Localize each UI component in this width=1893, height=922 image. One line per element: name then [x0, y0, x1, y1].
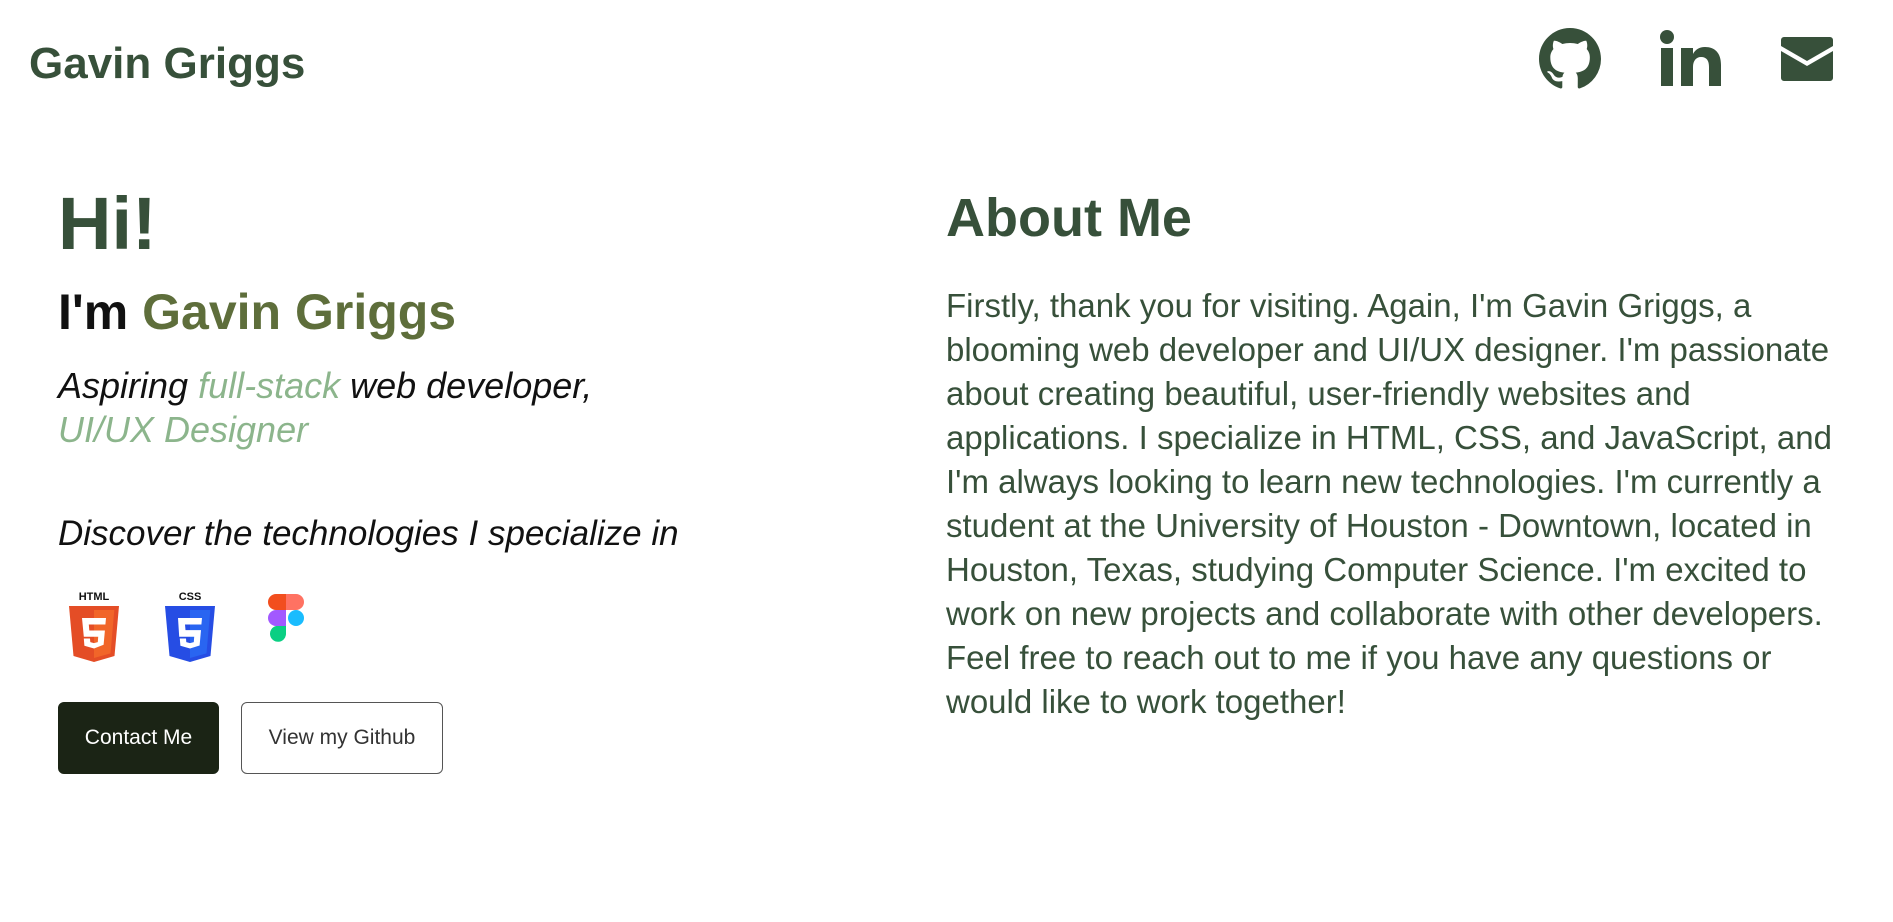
- tagline-line2: UI/UX Designer: [58, 409, 309, 450]
- tagline-highlight: full-stack: [198, 365, 341, 406]
- hero-section: Hi! I'm Gavin Griggs Aspiring full-stack…: [58, 180, 878, 774]
- technology-icons: HTML CSS: [66, 590, 878, 666]
- discover-text: Discover the technologies I specialize i…: [58, 514, 679, 553]
- intro-prefix: I'm: [58, 284, 143, 340]
- about-title: About Me: [946, 188, 1192, 248]
- hero-buttons: Contact Me View my Github: [58, 702, 878, 774]
- email-link[interactable]: [1781, 37, 1833, 81]
- html5-icon: HTML: [69, 591, 119, 662]
- linkedin-icon: [1660, 30, 1721, 86]
- portfolio-page: Gavin Griggs Hi! I'm Gavin Griggs Aspiri…: [0, 0, 1893, 922]
- intro-heading: I'm Gavin Griggs: [58, 282, 878, 342]
- tagline-part2: web developer,: [340, 365, 593, 406]
- contact-me-button[interactable]: Contact Me: [58, 702, 219, 774]
- html5-label: HTML: [79, 591, 110, 603]
- tagline-part1: Aspiring: [58, 365, 199, 406]
- about-section: About Me Firstly, thank you for visiting…: [946, 186, 1846, 724]
- github-link[interactable]: [1539, 28, 1601, 90]
- figma-icon: [268, 594, 304, 642]
- github-icon: [1539, 28, 1601, 89]
- social-links: [1539, 28, 1833, 90]
- tagline: Aspiring full-stack web developer, UI/UX …: [58, 364, 878, 452]
- about-body: Firstly, thank you for visiting. Again, …: [946, 287, 1832, 720]
- css3-label: CSS: [179, 591, 202, 603]
- css3-icon: CSS: [165, 591, 215, 662]
- view-github-button[interactable]: View my Github: [241, 702, 443, 774]
- mail-icon: [1781, 37, 1833, 81]
- greeting-heading: Hi!: [58, 182, 157, 265]
- linkedin-link[interactable]: [1659, 30, 1723, 88]
- intro-name: Gavin Griggs: [142, 284, 457, 340]
- site-brand[interactable]: Gavin Griggs: [29, 38, 305, 90]
